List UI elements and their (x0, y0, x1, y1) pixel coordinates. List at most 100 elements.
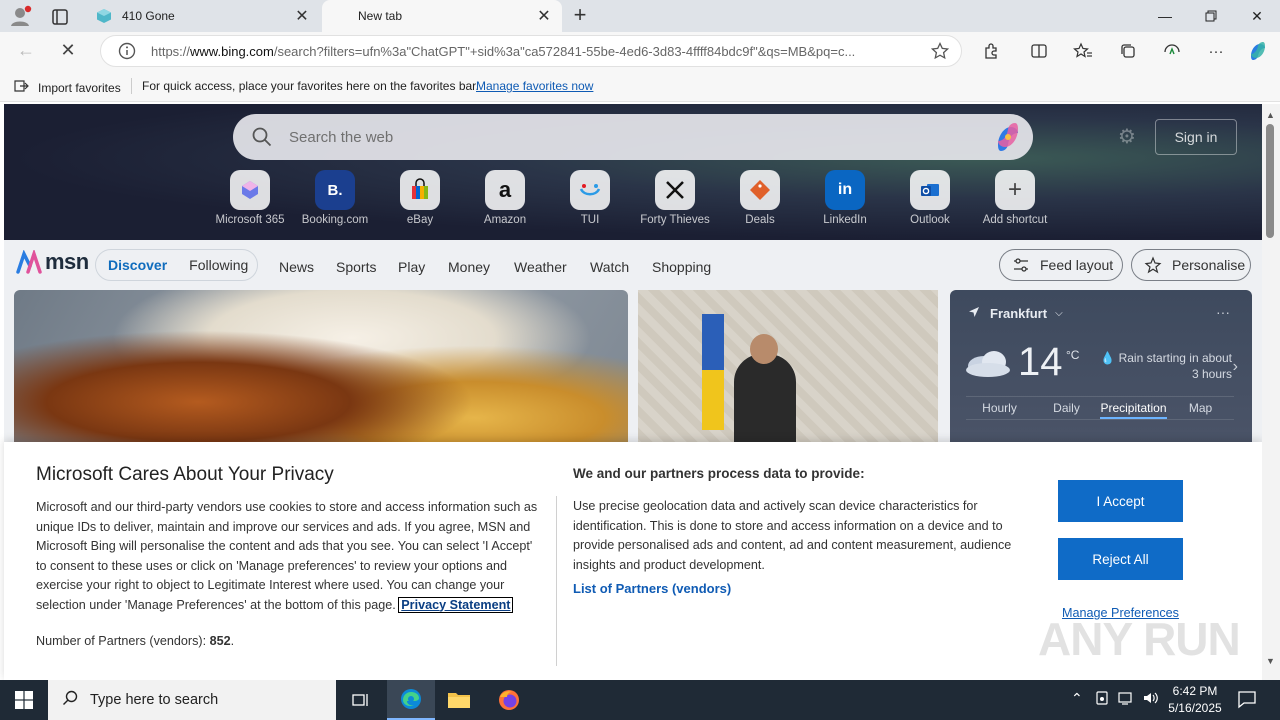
privacy-statement-link[interactable]: Privacy Statement (398, 596, 514, 613)
shortcut-forty-thieves[interactable]: Forty Thieves (633, 170, 717, 226)
scroll-thumb[interactable] (1266, 124, 1274, 238)
url-text[interactable]: https://www.bing.com/search?filters=ufn%… (151, 44, 916, 59)
partners-count: Number of Partners (vendors): 852. (36, 634, 235, 648)
favorite-star-icon[interactable] (930, 41, 950, 61)
taskbar-search-box[interactable]: Type here to search (48, 680, 336, 720)
reject-all-button[interactable]: Reject All (1058, 538, 1183, 580)
scroll-up-icon[interactable]: ▲ (1266, 110, 1275, 120)
chevron-right-icon[interactable]: › (1233, 358, 1238, 376)
tab-title: New tab (358, 9, 403, 23)
back-arrow-icon[interactable]: ← (14, 40, 38, 62)
close-window-icon[interactable]: ✕ (1234, 0, 1280, 32)
crossed-swords-icon (655, 170, 695, 210)
page-scrollbar[interactable]: ▲ ▼ (1262, 104, 1280, 680)
search-icon (62, 690, 78, 711)
data-processing-title: We and our partners process data to prov… (573, 466, 865, 481)
collections-icon[interactable] (1116, 40, 1140, 62)
amazon-icon: a (485, 170, 525, 210)
shortcut-ebay[interactable]: eBay (378, 170, 462, 226)
web-search-box[interactable]: Search the web (233, 114, 1033, 160)
favorites-icon[interactable] (1071, 40, 1095, 62)
nav-shopping[interactable]: Shopping (652, 259, 711, 275)
shortcut-booking[interactable]: B. Booking.com (293, 170, 377, 226)
manage-favorites-link[interactable]: Manage favorites now (476, 79, 593, 93)
extensions-icon[interactable] (979, 40, 1003, 62)
network-icon[interactable] (1118, 690, 1136, 709)
personalise-button[interactable]: Personalise (1131, 249, 1251, 281)
hero-background: Search the web ⚙ Sign in Microsoft 365 B… (4, 104, 1262, 240)
shortcut-outlook[interactable]: Outlook (888, 170, 972, 226)
stop-loading-icon[interactable]: ✕ (56, 40, 80, 62)
accept-button[interactable]: I Accept (1058, 480, 1183, 522)
volume-icon[interactable] (1142, 690, 1160, 709)
more-options-icon[interactable]: ··· (1216, 304, 1230, 320)
minimize-icon[interactable]: — (1142, 0, 1188, 32)
info-icon[interactable] (117, 41, 137, 61)
shortcut-amazon[interactable]: a Amazon (463, 170, 547, 226)
news-card-food-image[interactable] (14, 290, 628, 450)
shortcut-linkedin[interactable]: in LinkedIn (803, 170, 887, 226)
weather-card[interactable]: Frankfurt ⌵ ··· 14 °C 💧 Rain starting in… (950, 290, 1252, 450)
profile-icon[interactable] (8, 4, 34, 28)
forecast-text: 💧 Rain starting in about 3 hours (1100, 351, 1232, 381)
shortcut-tui[interactable]: TUI (548, 170, 632, 226)
nav-money[interactable]: Money (448, 259, 490, 275)
weather-location[interactable]: Frankfurt ⌵ (968, 306, 1063, 321)
split-screen-icon[interactable] (1027, 40, 1051, 62)
address-bar[interactable]: https://www.bing.com/search?filters=ufn%… (100, 35, 962, 67)
notifications-icon[interactable] (1236, 688, 1260, 712)
clock-date: 5/16/2025 (1168, 701, 1222, 715)
tab-new-tab[interactable]: New tab ✕ (322, 0, 562, 32)
tab-following[interactable]: Following (189, 257, 248, 273)
copilot-icon[interactable] (991, 120, 1025, 154)
windows-taskbar: Type here to search ⌃ 6:42 PM 5/16/2025 (0, 680, 1280, 720)
copilot-icon[interactable] (1246, 40, 1270, 62)
firefox-icon[interactable] (485, 680, 533, 720)
weather-tab-hourly[interactable]: Hourly (966, 397, 1033, 419)
tab-actions-icon[interactable] (46, 6, 74, 28)
news-card-speaker-image[interactable] (638, 290, 938, 450)
import-favorites-button[interactable]: Import favorites (12, 78, 121, 97)
restore-icon[interactable] (1188, 0, 1234, 32)
cube-favicon-icon (96, 8, 112, 24)
sign-in-button[interactable]: Sign in (1155, 119, 1237, 155)
tab-discover[interactable]: Discover (108, 257, 167, 273)
location-arrow-icon (968, 306, 980, 321)
speaker-head (750, 334, 778, 364)
tray-chevron-up-icon[interactable]: ⌃ (1071, 690, 1083, 707)
start-button[interactable] (0, 680, 48, 720)
nav-sports[interactable]: Sports (336, 259, 376, 275)
feed-layout-button[interactable]: Feed layout (999, 249, 1123, 281)
task-view-icon[interactable] (336, 680, 384, 720)
new-tab-button[interactable]: + (566, 4, 594, 28)
shortcut-microsoft-365[interactable]: Microsoft 365 (208, 170, 292, 226)
settings-gear-icon[interactable]: ⚙ (1116, 126, 1138, 148)
nav-play[interactable]: Play (398, 259, 425, 275)
nav-news[interactable]: News (279, 259, 314, 275)
file-explorer-icon[interactable] (435, 680, 483, 720)
msn-navigation-bar: msn Discover Following News Sports Play … (4, 240, 1262, 290)
close-tab-icon[interactable]: ✕ (532, 6, 556, 26)
nav-watch[interactable]: Watch (590, 259, 629, 275)
sparkle-icon (1144, 256, 1162, 274)
msn-logo-text: msn (45, 249, 89, 274)
temperature-unit: °C (1066, 348, 1080, 362)
system-clock[interactable]: 6:42 PM 5/16/2025 (1160, 683, 1230, 717)
weather-tab-daily[interactable]: Daily (1033, 397, 1100, 419)
msn-logo[interactable]: msn (16, 249, 89, 275)
weather-tab-map[interactable]: Map (1167, 397, 1234, 419)
personalise-label: Personalise (1172, 257, 1246, 273)
shortcut-add[interactable]: + Add shortcut (973, 170, 1057, 226)
more-options-icon[interactable]: ··· (1204, 40, 1228, 62)
edge-browser-icon[interactable] (387, 680, 435, 720)
scroll-down-icon[interactable]: ▼ (1266, 656, 1275, 666)
list-of-partners-link[interactable]: List of Partners (vendors) (573, 581, 731, 596)
weather-tab-precipitation[interactable]: Precipitation (1100, 397, 1167, 419)
tab-410-gone[interactable]: 410 Gone ✕ (84, 0, 320, 32)
tray-device-icon[interactable] (1095, 690, 1109, 709)
shortcut-deals[interactable]: Deals (718, 170, 802, 226)
add-shortcut-icon: + (995, 170, 1035, 210)
close-tab-icon[interactable]: ✕ (290, 6, 314, 26)
performance-icon[interactable] (1160, 40, 1184, 62)
nav-weather[interactable]: Weather (514, 259, 567, 275)
